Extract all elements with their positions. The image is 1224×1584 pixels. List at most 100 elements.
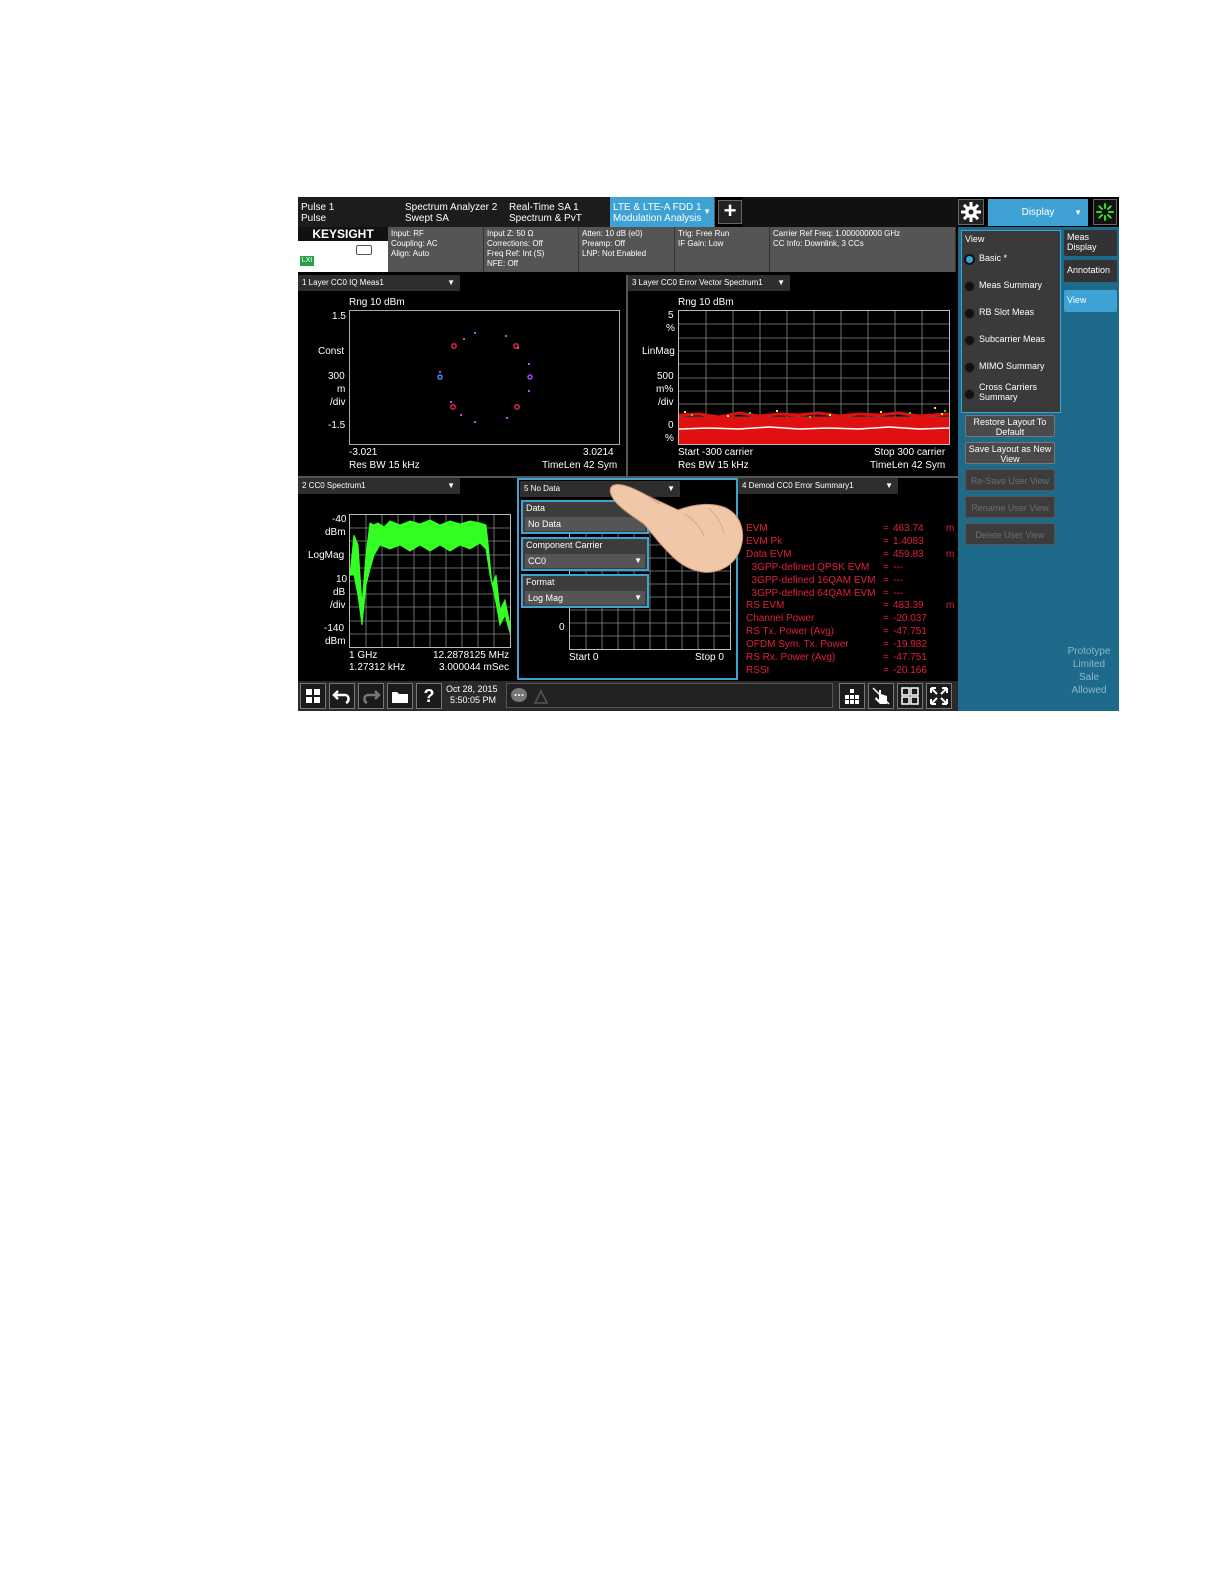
- full-screen-button[interactable]: [926, 683, 952, 709]
- summary-name: RS Tx. Power (Avg): [746, 626, 834, 638]
- view-group-label: View: [965, 234, 985, 244]
- help-icon: ?: [423, 686, 435, 706]
- tab-lte-modulation-analysis[interactable]: LTE & LTE-A FDD 1 Modulation Analysis ▼: [610, 197, 715, 227]
- file-button[interactable]: [387, 683, 413, 709]
- x-axis-right: 3.0214: [583, 447, 614, 458]
- add-tab-button[interactable]: +: [718, 200, 742, 224]
- message-bar[interactable]: [506, 683, 833, 708]
- y-axis-top-unit: %: [666, 323, 675, 334]
- view-cross-carriers-summary-radio[interactable]: Cross Carriers Summary: [964, 382, 1056, 404]
- local-remote-icon[interactable]: [356, 245, 372, 255]
- summary-value: -19.982: [893, 639, 927, 651]
- save-layout-button[interactable]: Save Layout as New View: [965, 442, 1055, 464]
- window-error-summary[interactable]: 4 Demod CC0 Error Summary1 ▼ EVM = 463.74 m E…: [738, 478, 956, 680]
- y-axis-scale-unit: m: [337, 384, 346, 395]
- constellation-plot: [437, 332, 533, 423]
- radio-icon: [964, 389, 975, 400]
- undo-button[interactable]: [329, 683, 355, 709]
- y-axis-bottom-unit: dBm: [325, 636, 346, 647]
- display-menu-button[interactable]: Display ▼: [988, 199, 1088, 226]
- rename-user-view-button[interactable]: Rename User View: [965, 496, 1055, 518]
- time-length-label: TimeLen 42 Sym: [870, 460, 946, 471]
- y-axis-scale-type: Const: [318, 346, 345, 357]
- windows-start-button[interactable]: [300, 683, 326, 709]
- tab-label: Meas Display: [1067, 232, 1097, 252]
- status-text: Input: RF: [391, 229, 424, 238]
- tab-title: Spectrum Analyzer 2: [405, 202, 498, 213]
- status-input-z[interactable]: Input Z: 50 Ω Corrections: Off Freq Ref:…: [484, 227, 579, 272]
- radio-icon: [964, 362, 975, 373]
- status-text: NFE: Off: [487, 259, 518, 268]
- y-axis-top: 1.5: [332, 311, 346, 322]
- window-title-dropdown[interactable]: 4 Demod CC0 Error Summary1 ▼: [738, 478, 898, 494]
- quick-menu-button[interactable]: [839, 683, 865, 709]
- summary-value: ---: [893, 574, 903, 586]
- tab-spectrum-analyzer[interactable]: Spectrum Analyzer 2 Swept SA: [402, 197, 507, 227]
- window-title-dropdown[interactable]: 3 Layer CC0 Error Vector Spectrum1 ▼: [628, 275, 790, 291]
- view-mimo-summary-radio[interactable]: MIMO Summary: [964, 358, 1056, 380]
- window-iq-meas[interactable]: 1 Layer CC0 IQ Meas1 ▼ Rng 10 dBm 1.5 Con…: [298, 275, 626, 475]
- menu-value: Log Mag: [528, 593, 564, 603]
- window-title-dropdown[interactable]: 2 CC0 Spectrum1 ▼: [298, 478, 460, 494]
- tab-annotation[interactable]: Annotation: [1064, 260, 1117, 282]
- tab-meas-display[interactable]: Meas Display: [1064, 230, 1117, 256]
- x-axis-right: 12.2878125 MHz: [433, 650, 510, 661]
- summary-value: -20.037: [893, 613, 927, 625]
- y-axis-per-div: /div: [330, 600, 346, 611]
- evm-plot-area: [678, 310, 950, 445]
- redo-button[interactable]: [358, 683, 384, 709]
- help-button[interactable]: ?: [416, 683, 442, 709]
- status-trigger[interactable]: Trig: Free Run IF Gain: Low: [675, 227, 770, 272]
- tab-subtitle: Pulse: [301, 213, 327, 224]
- y-axis-scale: 300: [328, 371, 345, 382]
- delete-user-view-button[interactable]: Delete User View: [965, 523, 1055, 545]
- summary-name: 3GPP-defined QPSK EVM: [746, 561, 870, 573]
- radio-label: RB Slot Meas: [979, 307, 1035, 317]
- window-spectrum[interactable]: 2 CC0 Spectrum1 ▼ -40 dBm LogMag 10 dB /d…: [298, 478, 517, 680]
- acquisition-status-indicator: [1093, 199, 1117, 225]
- tab-view[interactable]: View: [1064, 290, 1117, 312]
- window-error-vector-spectrum[interactable]: 3 Layer CC0 Error Vector Spectrum1 ▼ Rng …: [628, 275, 956, 475]
- y-axis-top: 5: [668, 310, 674, 321]
- tab-bar-spacer: [742, 197, 958, 227]
- y-axis-scale-unit: dB: [333, 587, 346, 598]
- radio-icon: [964, 335, 975, 346]
- chevron-down-icon: ▼: [634, 593, 642, 602]
- summary-name: RS Rx. Power (Avg): [746, 652, 836, 663]
- window-title: 2 CC0 Spectrum1: [302, 481, 366, 490]
- brand-area: KEYSIGHT LXI: [298, 227, 388, 272]
- view-subcarrier-meas-radio[interactable]: Subcarrier Meas: [964, 331, 1056, 353]
- y-axis-per-div: /div: [658, 397, 674, 408]
- status-atten[interactable]: Atten: 10 dB (e0) Preamp: Off LNP: Not E…: [579, 227, 675, 272]
- view-basic-radio[interactable]: Basic *: [964, 250, 1056, 272]
- settings-button[interactable]: [958, 199, 984, 225]
- view-meas-summary-radio[interactable]: Meas Summary: [964, 277, 1056, 299]
- date-text: Oct 28, 2015: [446, 684, 498, 694]
- prototype-text: Sale: [1078, 672, 1099, 683]
- summary-eq: =: [883, 535, 889, 547]
- x-axis-left: 1 GHz: [349, 650, 378, 661]
- resave-user-view-button[interactable]: Re-Save User View: [965, 469, 1055, 491]
- summary-value: 1.4083: [893, 535, 924, 547]
- menu-label: Format: [526, 577, 555, 587]
- summary-value: 463.74: [893, 523, 924, 534]
- x-axis-stop: Stop 0: [695, 652, 724, 663]
- tab-pulse[interactable]: Pulse 1 Pulse: [298, 197, 403, 227]
- multi-window-button[interactable]: [897, 683, 923, 709]
- restore-layout-button[interactable]: Restore Layout To Default: [965, 415, 1055, 437]
- evm-spectrum-trace: [679, 311, 949, 444]
- summary-eq: =: [883, 639, 889, 651]
- windows-icon: [306, 689, 320, 703]
- window-title-dropdown[interactable]: 1 Layer CC0 IQ Meas1 ▼: [298, 275, 460, 291]
- res-bw-label: Res BW 15 kHz: [349, 460, 420, 471]
- status-carrier[interactable]: Carrier Ref Freq: 1.000000000 GHz CC Inf…: [770, 227, 956, 272]
- radio-selected-icon: [964, 254, 975, 265]
- touch-button[interactable]: [868, 683, 894, 709]
- x-axis-start: Start 0: [569, 652, 599, 663]
- status-input[interactable]: Input: RF Coupling: AC Align: Auto: [388, 227, 484, 272]
- view-rb-slot-meas-radio[interactable]: RB Slot Meas: [964, 304, 1056, 326]
- summary-value: 459.83: [893, 548, 924, 560]
- y-axis-top-unit: dBm: [325, 527, 346, 538]
- format-select[interactable]: Log Mag ▼: [525, 591, 645, 605]
- tab-real-time-sa[interactable]: Real-Time SA 1 Spectrum & PvT: [506, 197, 611, 227]
